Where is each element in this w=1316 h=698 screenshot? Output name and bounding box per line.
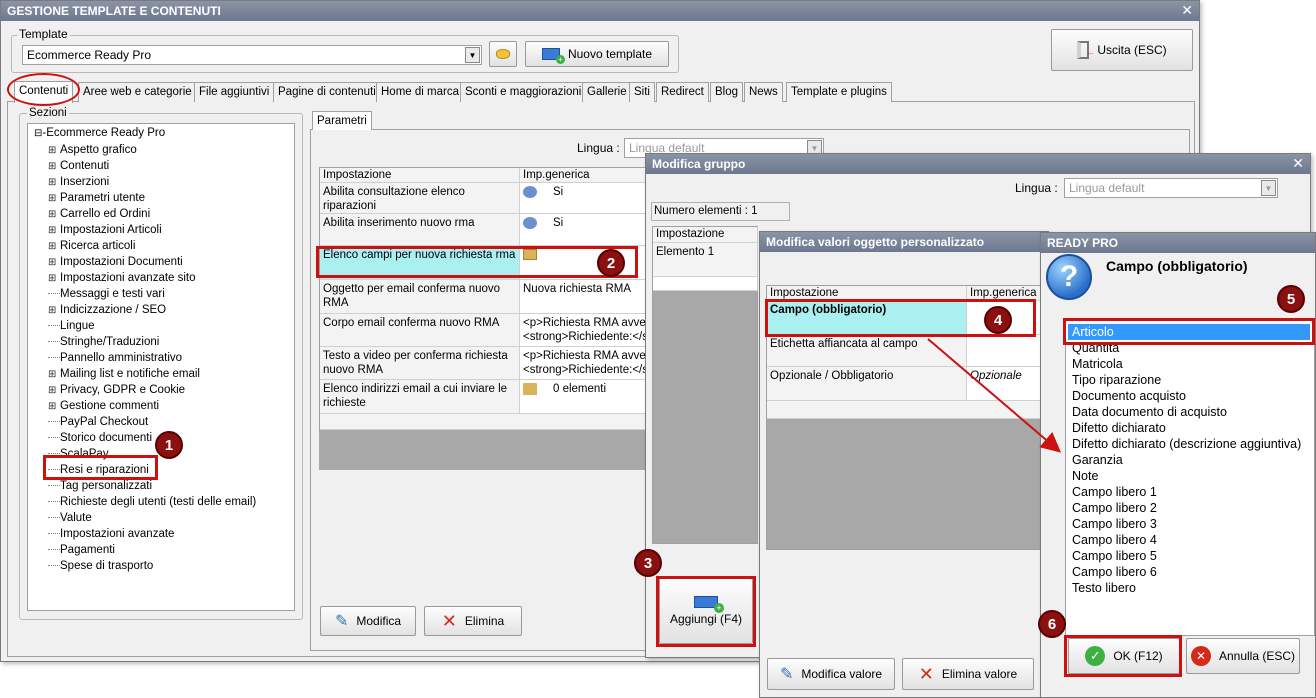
marker-3: 3 (634, 549, 662, 577)
marker-5: 5 (1277, 285, 1305, 313)
marker-2: 2 (597, 249, 625, 277)
marker-6: 6 (1038, 610, 1066, 638)
annotation-arrow (927, 338, 1062, 453)
marker-4: 4 (984, 306, 1012, 334)
marker-1: 1 (155, 431, 183, 459)
